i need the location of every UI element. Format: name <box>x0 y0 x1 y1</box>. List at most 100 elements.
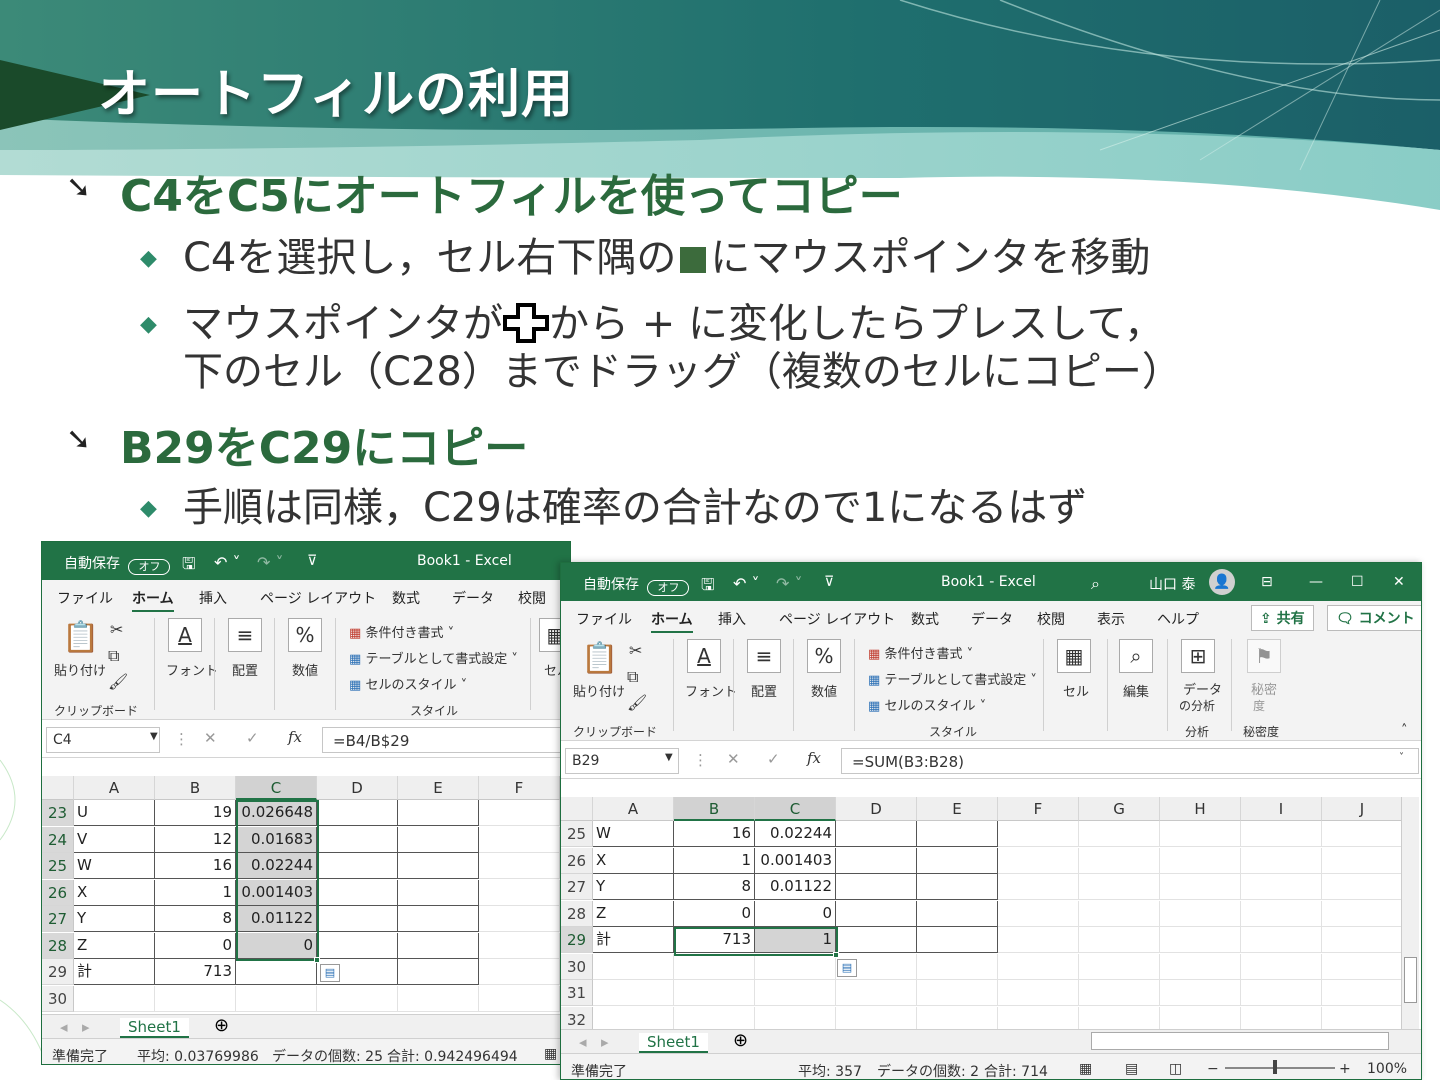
sheet-scroll-left-icon[interactable]: ◂ <box>579 1033 587 1051</box>
cell[interactable] <box>1241 980 1322 1006</box>
column-header[interactable]: A <box>593 797 674 821</box>
column-header[interactable]: D <box>317 776 398 800</box>
comments-button[interactable]: 🗨 コメント <box>1327 605 1421 631</box>
cell[interactable] <box>1079 821 1160 847</box>
cell[interactable] <box>1079 927 1160 953</box>
number-label[interactable]: 数値 <box>292 660 318 679</box>
row-header[interactable]: 28 <box>561 900 593 927</box>
cell[interactable] <box>479 906 560 932</box>
cell[interactable] <box>836 927 917 953</box>
cell[interactable] <box>1322 953 1403 980</box>
cell[interactable]: X <box>74 879 155 906</box>
redo-icon[interactable]: ↷ ˅ <box>776 574 803 593</box>
cell[interactable]: 0 <box>236 932 317 959</box>
cell[interactable] <box>317 985 398 1012</box>
cell[interactable] <box>236 985 317 1012</box>
cell[interactable] <box>479 826 560 853</box>
column-header[interactable]: B <box>674 797 755 821</box>
cell[interactable] <box>836 874 917 900</box>
collapse-ribbon-icon[interactable]: ˄ <box>1401 723 1408 738</box>
font-icon[interactable]: A <box>168 618 202 652</box>
name-box[interactable]: C4 <box>46 727 160 753</box>
cell[interactable]: 計 <box>74 959 155 985</box>
cell[interactable]: U <box>74 800 155 826</box>
row-header[interactable]: 31 <box>561 980 593 1006</box>
cut-icon[interactable]: ✂ <box>629 641 642 660</box>
tab-page-layout[interactable]: ページ レイアウト <box>779 609 895 629</box>
editing-label[interactable]: 編集 <box>1123 681 1149 700</box>
column-header[interactable]: C <box>755 797 836 821</box>
function-icon[interactable]: fx <box>807 749 821 767</box>
zoom-slider[interactable] <box>1225 1067 1335 1069</box>
page-break-view-icon[interactable]: ◫ <box>1169 1061 1182 1077</box>
cell[interactable]: 計 <box>593 927 674 953</box>
expand-formula-bar-icon[interactable]: ˅ <box>1399 752 1404 763</box>
cell[interactable] <box>317 826 398 853</box>
column-header[interactable]: D <box>836 797 917 821</box>
conditional-formatting-button[interactable]: ▦ 条件付き書式 ˅ <box>349 622 454 641</box>
search-icon[interactable]: ⌕ <box>1091 574 1100 594</box>
cell[interactable] <box>998 953 1079 980</box>
cell[interactable] <box>479 932 560 959</box>
scrollbar-thumb[interactable] <box>1404 957 1417 1003</box>
number-label[interactable]: 数値 <box>811 681 837 700</box>
tab-insert[interactable]: 挿入 <box>718 609 746 629</box>
cell[interactable] <box>317 800 398 826</box>
save-icon[interactable]: 🖫 <box>701 574 715 601</box>
tab-file[interactable]: ファイル <box>576 609 632 629</box>
cell[interactable] <box>1160 821 1241 847</box>
sheet-scroll-right-icon[interactable]: ▸ <box>82 1018 90 1036</box>
cell[interactable] <box>479 985 560 1012</box>
cell[interactable]: 0 <box>755 900 836 927</box>
row-header[interactable]: 30 <box>42 985 74 1012</box>
cell[interactable]: Y <box>74 906 155 932</box>
ribbon-display-icon[interactable]: ⊟ <box>1261 574 1273 590</box>
row-header[interactable]: 26 <box>42 879 74 906</box>
undo-icon[interactable]: ↶ ˅ <box>214 553 241 572</box>
font-label[interactable]: フォント <box>685 681 737 700</box>
font-label[interactable]: フォント <box>166 660 218 679</box>
cell[interactable]: 16 <box>155 853 236 879</box>
cell[interactable] <box>998 927 1079 953</box>
cell[interactable]: Y <box>593 874 674 900</box>
formula-input[interactable]: =B4/B$29 <box>322 727 570 753</box>
column-header[interactable]: C <box>236 776 317 800</box>
cancel-icon[interactable]: ✕ <box>727 750 740 768</box>
font-icon[interactable]: A <box>687 639 721 673</box>
cell[interactable]: 8 <box>674 874 755 900</box>
row-header[interactable]: 26 <box>561 847 593 874</box>
tab-data[interactable]: データ <box>971 609 1013 629</box>
cell[interactable] <box>479 800 560 826</box>
cell[interactable] <box>1160 953 1241 980</box>
auto-fill-options-icon[interactable]: ▤ <box>320 964 340 982</box>
column-header[interactable]: J <box>1322 797 1403 821</box>
cell[interactable]: 713 <box>674 927 755 953</box>
cell[interactable]: 8 <box>155 906 236 932</box>
cell[interactable] <box>1160 927 1241 953</box>
cell[interactable] <box>1160 900 1241 927</box>
cell[interactable]: 713 <box>155 959 236 985</box>
row-header[interactable]: 29 <box>42 959 74 985</box>
add-sheet-icon[interactable]: ⊕ <box>733 1030 748 1051</box>
cell[interactable]: 19 <box>155 800 236 826</box>
cell-styles-button[interactable]: ▦ セルのスタイル ˅ <box>349 674 467 693</box>
column-header[interactable]: G <box>1079 797 1160 821</box>
undo-icon[interactable]: ↶ ˅ <box>733 574 760 593</box>
column-header[interactable]: F <box>998 797 1079 821</box>
format-painter-icon[interactable]: 🖌 <box>108 672 128 691</box>
cell[interactable] <box>674 980 755 1006</box>
fill-handle[interactable] <box>314 957 320 963</box>
cell[interactable] <box>155 985 236 1012</box>
customize-qat-icon[interactable]: ⊽ <box>824 574 834 590</box>
maximize-icon[interactable]: ☐ <box>1351 574 1364 590</box>
save-icon[interactable]: 🖫 <box>182 553 196 580</box>
page-layout-view-icon[interactable]: ▤ <box>1125 1061 1138 1077</box>
cell[interactable]: 0.02244 <box>236 853 317 879</box>
cell[interactable] <box>1079 900 1160 927</box>
cell[interactable] <box>1241 953 1322 980</box>
cell[interactable] <box>1322 900 1403 927</box>
cell[interactable] <box>917 900 998 927</box>
cell[interactable] <box>917 927 998 953</box>
paste-label[interactable]: 貼り付け <box>573 681 625 700</box>
cell[interactable]: 1 <box>674 847 755 874</box>
